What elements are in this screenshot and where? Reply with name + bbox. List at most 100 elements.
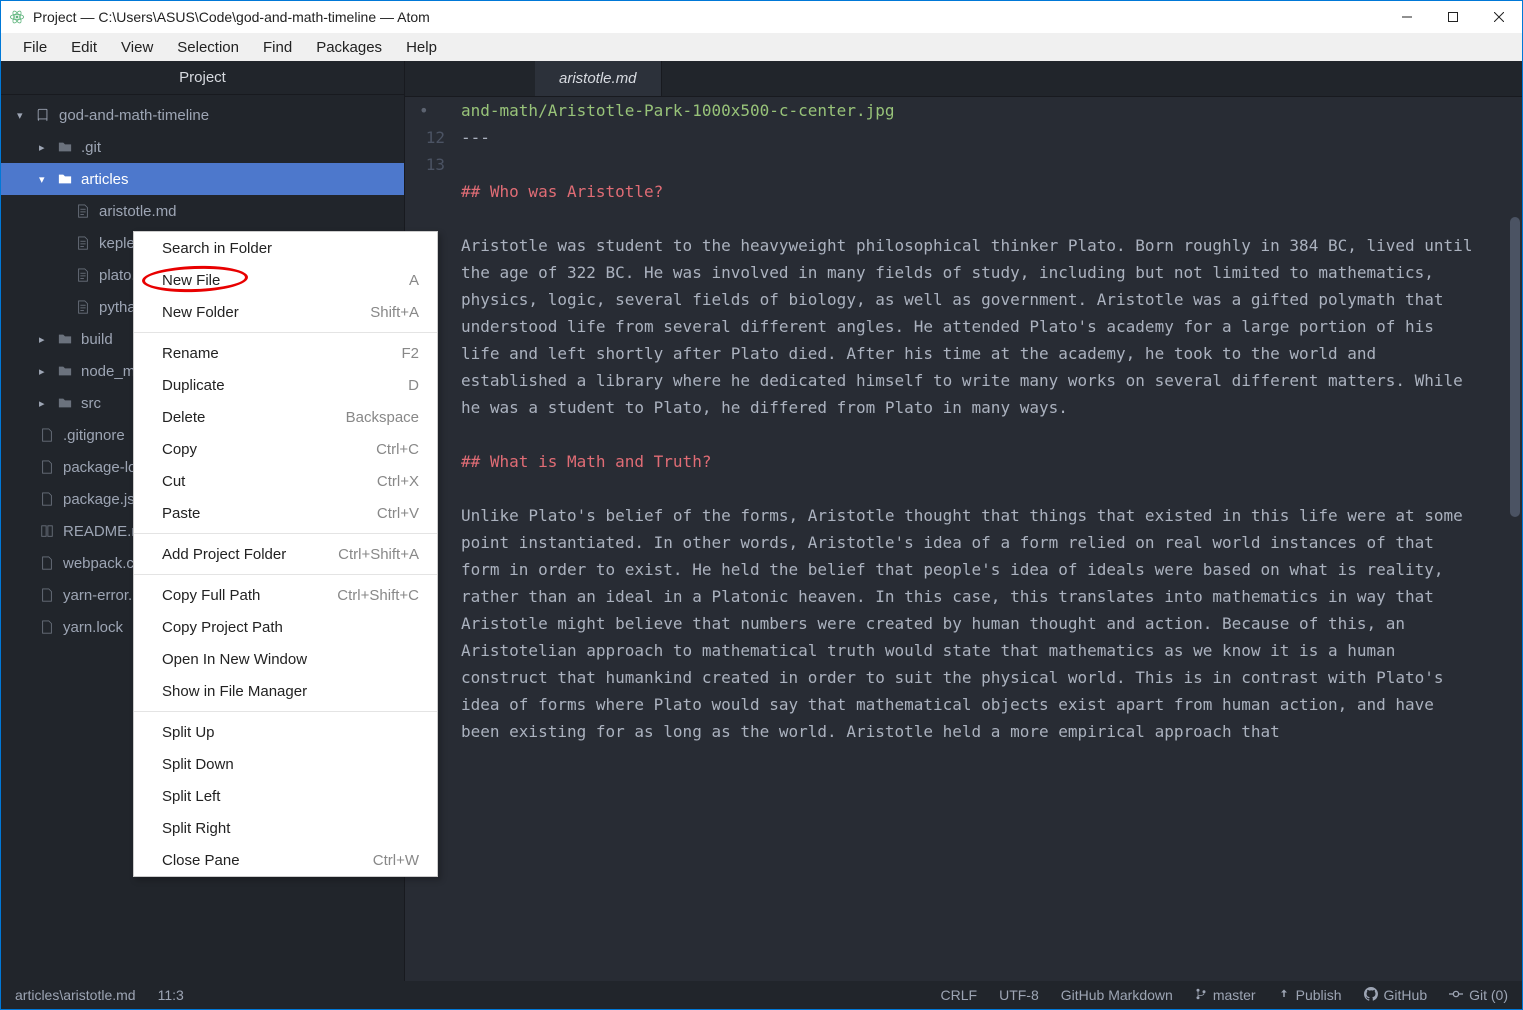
- tree-folder-git[interactable]: ▸ .git: [1, 131, 404, 163]
- context-menu-label: Paste: [162, 505, 200, 522]
- atom-icon: [9, 9, 25, 25]
- context-menu-label: Copy Full Path: [162, 587, 260, 604]
- context-menu-label: Copy Project Path: [162, 619, 283, 636]
- folder-icon: [57, 139, 73, 155]
- context-menu-item[interactable]: New FolderShift+A: [134, 296, 437, 328]
- context-menu-label: Split Left: [162, 788, 220, 805]
- context-menu-item[interactable]: CopyCtrl+C: [134, 433, 437, 465]
- context-menu-shortcut: Ctrl+V: [377, 505, 419, 522]
- tab-aristotle[interactable]: aristotle.md: [535, 61, 662, 96]
- context-menu-shortcut: D: [408, 377, 419, 394]
- folder-icon: [57, 395, 73, 411]
- upload-icon: [1278, 987, 1290, 1003]
- chevron-right-icon: ▸: [39, 141, 49, 154]
- status-encoding[interactable]: UTF-8: [999, 987, 1039, 1003]
- tree-root[interactable]: ▾ god-and-math-timeline: [1, 99, 404, 131]
- context-menu-label: Show in File Manager: [162, 683, 307, 700]
- context-menu-label: Add Project Folder: [162, 546, 286, 563]
- context-menu-shortcut: Ctrl+C: [376, 441, 419, 458]
- file-icon: [39, 427, 55, 443]
- window-title: Project — C:\Users\ASUS\Code\god-and-mat…: [33, 9, 1384, 25]
- tree-label: yarn.lock: [63, 619, 123, 636]
- context-menu-item[interactable]: Show in File Manager: [134, 675, 437, 707]
- minimize-button[interactable]: [1384, 1, 1430, 33]
- context-menu-item[interactable]: Add Project Folder Ctrl+Shift+A: [134, 538, 437, 570]
- context-menu-item[interactable]: Copy Full PathCtrl+Shift+C: [134, 579, 437, 611]
- maximize-button[interactable]: [1430, 1, 1476, 33]
- context-menu-shortcut: Ctrl+Shift+A: [338, 546, 419, 563]
- context-menu-item[interactable]: CutCtrl+X: [134, 465, 437, 497]
- folder-icon: [57, 331, 73, 347]
- folder-icon: [57, 171, 73, 187]
- statusbar: articles\aristotle.md 11:3 CRLF UTF-8 Gi…: [1, 981, 1522, 1009]
- tree-label: src: [81, 395, 101, 412]
- context-menu-separator: [134, 332, 437, 333]
- chevron-right-icon: ▸: [39, 397, 49, 410]
- context-menu-item[interactable]: RenameF2: [134, 337, 437, 369]
- context-menu-item[interactable]: DuplicateD: [134, 369, 437, 401]
- menu-find[interactable]: Find: [253, 37, 302, 58]
- context-menu-separator: [134, 711, 437, 712]
- text-editor[interactable]: 12 13 and-math/Aristotle-Park-1000x500-c…: [405, 97, 1522, 981]
- context-menu-item[interactable]: Open In New Window: [134, 643, 437, 675]
- context-menu-label: Delete: [162, 409, 205, 426]
- file-icon: [75, 203, 91, 219]
- chevron-right-icon: ▸: [39, 333, 49, 346]
- scrollbar[interactable]: [1510, 217, 1520, 517]
- tree-label: aristotle.md: [99, 203, 177, 220]
- file-icon: [39, 555, 55, 571]
- context-menu-item[interactable]: New File A: [134, 264, 437, 296]
- context-menu-item[interactable]: Delete Backspace: [134, 401, 437, 433]
- file-icon: [75, 299, 91, 315]
- context-menu: Search in Folder New File A New FolderShift…: [133, 231, 438, 877]
- status-publish[interactable]: Publish: [1278, 987, 1342, 1003]
- status-git[interactable]: Git (0): [1449, 987, 1508, 1003]
- context-menu-label: Open In New Window: [162, 651, 307, 668]
- tree-file[interactable]: aristotle.md: [1, 195, 404, 227]
- menu-selection[interactable]: Selection: [167, 37, 249, 58]
- context-menu-item[interactable]: Paste Ctrl+V: [134, 497, 437, 529]
- chevron-down-icon: ▾: [17, 109, 27, 122]
- context-menu-item[interactable]: Copy Project Path: [134, 611, 437, 643]
- status-filepath[interactable]: articles\aristotle.md: [15, 987, 136, 1003]
- code-content[interactable]: and-math/Aristotle-Park-1000x500-c-cente…: [461, 97, 1522, 981]
- menu-packages[interactable]: Packages: [306, 37, 392, 58]
- tree-label: .gitignore: [63, 427, 125, 444]
- context-menu-item[interactable]: Split Left: [134, 780, 437, 812]
- menubar: File Edit View Selection Find Packages H…: [1, 33, 1522, 61]
- status-cursor[interactable]: 11:3: [158, 987, 184, 1003]
- tab-bar: aristotle.md: [405, 61, 1522, 97]
- file-icon: [39, 491, 55, 507]
- close-button[interactable]: [1476, 1, 1522, 33]
- context-menu-label: Split Up: [162, 724, 215, 741]
- context-menu-shortcut: Backspace: [346, 409, 419, 426]
- context-menu-item[interactable]: Close PaneCtrl+W: [134, 844, 437, 876]
- editor-pane: aristotle.md 12 13 and-math/Aristotle-Pa…: [405, 61, 1522, 981]
- menu-view[interactable]: View: [111, 37, 163, 58]
- context-menu-item[interactable]: Split Down: [134, 748, 437, 780]
- file-icon: [39, 587, 55, 603]
- context-menu-label: New File: [162, 272, 220, 289]
- context-menu-item[interactable]: Split Up: [134, 716, 437, 748]
- context-menu-separator: [134, 533, 437, 534]
- menu-edit[interactable]: Edit: [61, 37, 107, 58]
- context-menu-label: Split Right: [162, 820, 230, 837]
- tree-root-label: god-and-math-timeline: [59, 107, 209, 124]
- titlebar: Project — C:\Users\ASUS\Code\god-and-mat…: [1, 1, 1522, 33]
- file-icon: [39, 459, 55, 475]
- file-icon: [75, 235, 91, 251]
- context-menu-item[interactable]: Search in Folder: [134, 232, 437, 264]
- book-icon: [39, 523, 55, 539]
- context-menu-item[interactable]: Split Right: [134, 812, 437, 844]
- status-grammar[interactable]: GitHub Markdown: [1061, 987, 1173, 1003]
- tree-folder-articles[interactable]: ▾ articles: [1, 163, 404, 195]
- menu-help[interactable]: Help: [396, 37, 447, 58]
- window-controls: [1384, 1, 1522, 33]
- status-eol[interactable]: CRLF: [941, 987, 978, 1003]
- context-menu-label: Search in Folder: [162, 240, 272, 257]
- file-icon: [75, 267, 91, 283]
- context-menu-shortcut: A: [409, 272, 419, 289]
- menu-file[interactable]: File: [13, 37, 57, 58]
- status-branch[interactable]: master: [1195, 987, 1256, 1003]
- status-github[interactable]: GitHub: [1364, 987, 1428, 1004]
